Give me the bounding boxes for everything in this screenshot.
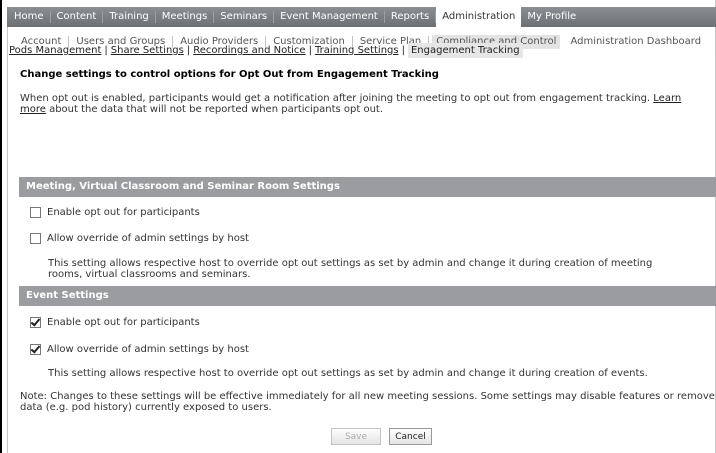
- meeting-allow-override-label: Allow override of admin settings by host: [47, 233, 249, 244]
- link-recordings-and-notice[interactable]: Recordings and Notice: [193, 45, 305, 56]
- tab-event-management[interactable]: Event Management: [274, 11, 385, 23]
- window-edge: [0, 0, 2, 453]
- event-override-hint: This setting allows respective host to o…: [48, 368, 648, 379]
- tab-home[interactable]: Home: [7, 11, 51, 23]
- subnav-administration-dashboard[interactable]: Administration Dashboard: [563, 36, 708, 48]
- breadcrumb-separator: |: [186, 45, 191, 56]
- tab-seminars[interactable]: Seminars: [214, 11, 275, 23]
- event-enable-opt-out-checkbox[interactable]: [30, 317, 41, 328]
- description-text-end: about the data that will not be reported…: [45, 104, 384, 115]
- breadcrumb-separator: |: [104, 45, 108, 56]
- event-allow-override[interactable]: Allow override of admin settings by host: [30, 344, 249, 355]
- section-header-event: Event Settings: [19, 286, 716, 306]
- tab-content[interactable]: Content: [51, 11, 104, 23]
- link-share-settings[interactable]: Share Settings: [111, 45, 184, 56]
- breadcrumb-separator: |: [308, 45, 312, 56]
- breadcrumb-separator: |: [401, 45, 405, 56]
- event-enable-opt-out-label: Enable opt out for participants: [47, 317, 200, 328]
- save-button[interactable]: Save: [331, 428, 381, 445]
- link-training-settings[interactable]: Training Settings: [315, 45, 399, 56]
- meeting-allow-override-checkbox[interactable]: [30, 233, 41, 244]
- meeting-allow-override[interactable]: Allow override of admin settings by host: [30, 233, 249, 244]
- settings-note: Note: Changes to these settings will be …: [20, 391, 715, 413]
- meeting-enable-opt-out[interactable]: Enable opt out for participants: [30, 207, 200, 218]
- meeting-enable-opt-out-label: Enable opt out for participants: [47, 207, 200, 218]
- meeting-enable-opt-out-checkbox[interactable]: [30, 207, 41, 218]
- event-allow-override-checkbox[interactable]: [30, 344, 41, 355]
- tab-meetings[interactable]: Meetings: [156, 11, 215, 23]
- event-enable-opt-out[interactable]: Enable opt out for participants: [30, 317, 200, 328]
- page-title: Change settings to control options for O…: [20, 69, 439, 80]
- link-pods-management[interactable]: Pods Management: [9, 45, 101, 56]
- page-description: When opt out is enabled, participants wo…: [20, 93, 710, 115]
- tab-my-profile[interactable]: My Profile: [521, 11, 582, 23]
- tab-administration[interactable]: Administration: [436, 7, 522, 27]
- section-header-meeting: Meeting, Virtual Classroom and Seminar R…: [19, 177, 716, 197]
- top-nav: Home Content Training Meetings Seminars …: [7, 7, 716, 27]
- tab-training[interactable]: Training: [103, 11, 156, 23]
- event-allow-override-label: Allow override of admin settings by host: [47, 344, 249, 355]
- cancel-button[interactable]: Cancel: [389, 428, 432, 445]
- tab-reports[interactable]: Reports: [385, 11, 437, 23]
- description-text: When opt out is enabled, participants wo…: [20, 93, 654, 104]
- breadcrumb-current: Engagement Tracking: [407, 43, 523, 58]
- breadcrumb: Pods Management | Share Settings | Recor…: [9, 43, 523, 58]
- meeting-override-hint: This setting allows respective host to o…: [48, 258, 653, 280]
